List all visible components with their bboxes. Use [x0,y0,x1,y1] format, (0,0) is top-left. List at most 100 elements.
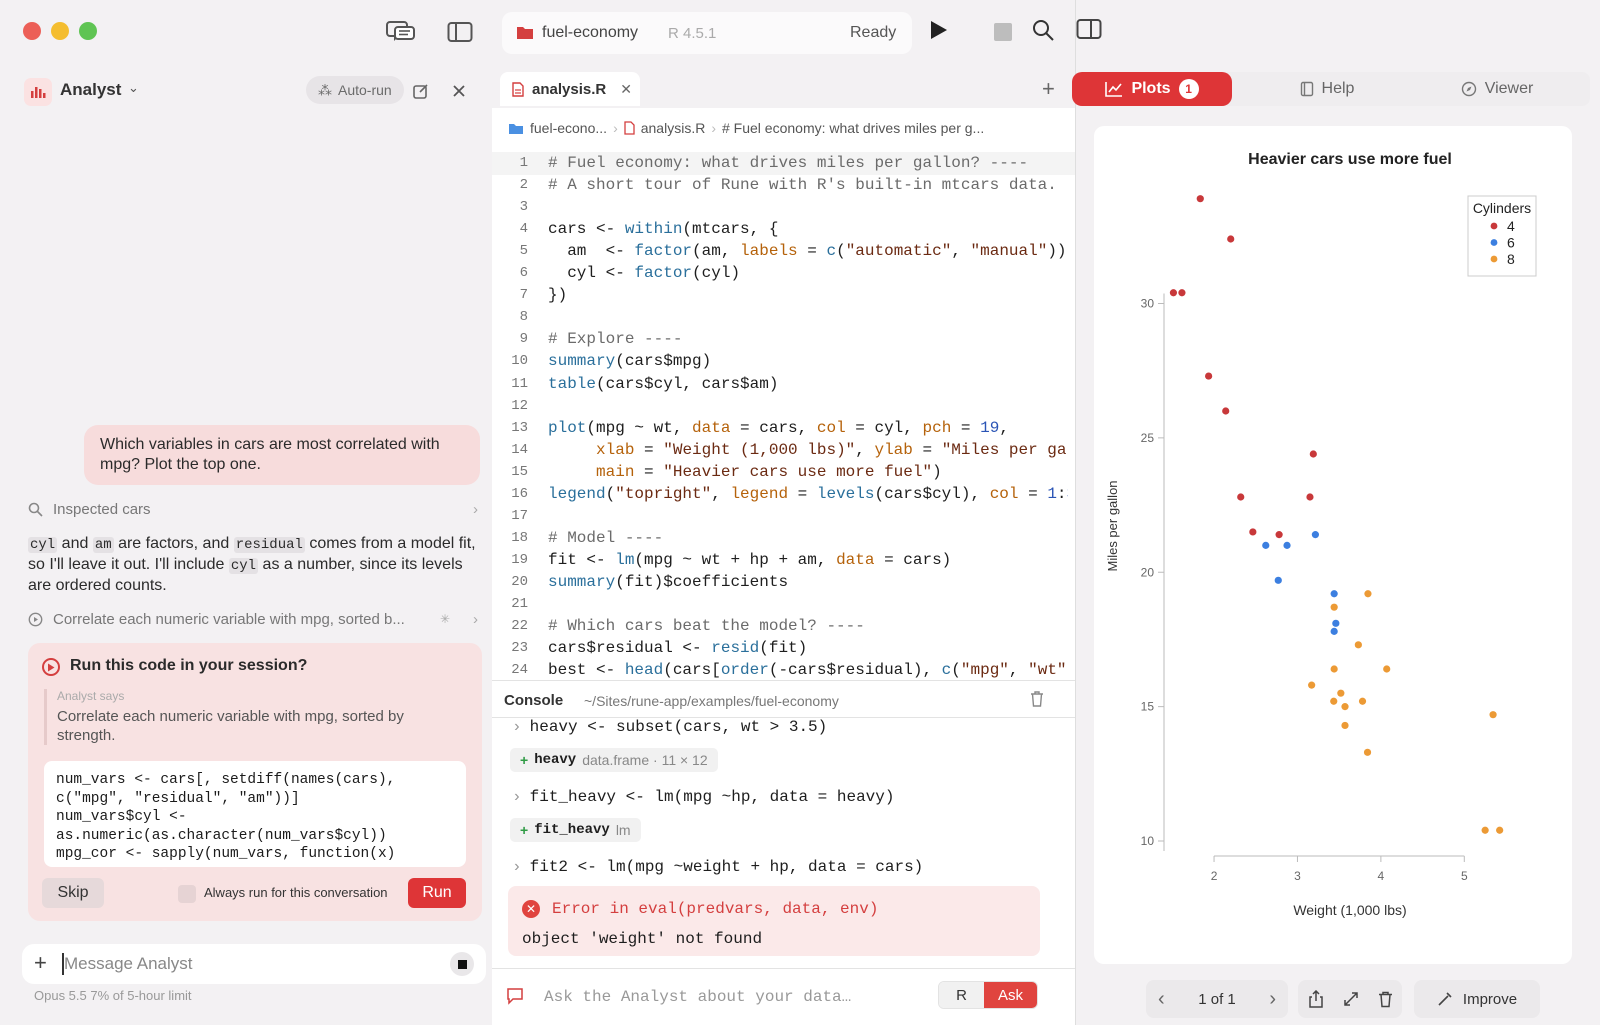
code-line[interactable]: 18 # Model ---- [492,527,1075,550]
chevron-right-icon[interactable]: › [1269,988,1276,1011]
run-code-card: Run this code in your session? Analyst s… [28,643,482,921]
data-point-cyl-8 [1337,689,1345,697]
mode-ask-button[interactable]: Ask [984,982,1037,1008]
skip-button[interactable]: Skip [42,878,104,908]
zoom-window-button[interactable] [79,22,97,40]
code-line[interactable]: 17 [492,505,1075,528]
close-panel-button[interactable] [446,78,472,104]
data-point-cyl-8 [1341,721,1349,730]
data-point-cyl-4 [1205,372,1213,380]
x-tick-label: 2 [1211,869,1218,883]
code-line[interactable]: 2 # A short tour of Rune with R's built-i… [492,174,1075,197]
code-line[interactable]: 10 summary(cars$mpg) [492,350,1075,373]
message-composer[interactable]: + Message Analyst [22,944,486,984]
inspected-label: Inspected cars [53,500,151,518]
running-step[interactable]: Correlate each numeric variable with mpg… [28,608,478,630]
run-button[interactable]: Run [408,878,466,908]
code-line[interactable]: 11 table(cars$cyl, cars$am) [492,373,1075,396]
always-run-checkbox[interactable] [178,885,196,903]
legend-label-8: 8 [1507,251,1515,267]
console-output[interactable]: › heavy <- subset(cars, wt > 3.5) + heavy… [492,718,1075,968]
data-point-cyl-8 [1330,603,1338,611]
chat-icon[interactable] [384,18,418,46]
folder-icon [517,27,533,39]
code-line[interactable]: 15 main = "Heavier cars use more fuel") [492,461,1075,484]
tab-analysis-r[interactable]: analysis.R ✕ [500,72,640,106]
new-tab-button[interactable]: + [1042,76,1055,102]
line-number: 21 [511,596,528,612]
chevron-down-icon[interactable]: ⌄ [128,80,139,96]
folder-icon [509,123,523,134]
data-point-cyl-6 [1330,590,1338,598]
code-line[interactable]: 16 legend("topright", legend = levels(car… [492,483,1075,506]
code-line[interactable]: 1 # Fuel economy: what drives miles per g… [492,152,1075,175]
split-view-icon[interactable] [1076,18,1102,40]
tab-viewer[interactable]: Viewer [1422,72,1572,106]
chevron-left-icon[interactable]: ‹ [1158,988,1165,1011]
line-number: 14 [511,441,528,458]
code-editor[interactable]: fuel-econo... › analysis.R › # Fuel econ… [492,108,1075,700]
share-icon[interactable] [1308,990,1324,1008]
mode-r-button[interactable]: R [939,982,985,1008]
environment-chip[interactable]: + fit_heavy lm [510,818,641,842]
code-line[interactable]: 24 best <- head(cars[order(-cars$residual… [492,659,1075,682]
search-icon[interactable] [1031,18,1055,42]
code-line[interactable]: 6 cyl <- factor(cyl) [492,262,1075,285]
proposed-code[interactable]: num_vars <- cars[, setdiff(names(cars), … [44,761,466,867]
code-line[interactable]: 7}) [492,284,1075,307]
tab-plots[interactable]: Plots 1 [1072,72,1232,106]
breadcrumb-file[interactable]: analysis.R [641,120,706,136]
error-detail: object 'weight' not found [522,930,763,948]
minimize-window-button[interactable] [51,22,69,40]
console-command: › heavy <- subset(cars, wt > 3.5) [512,718,828,736]
error-title: Error in eval(predvars, data, env) [552,900,879,918]
breadcrumb-section[interactable]: # Fuel economy: what drives miles per g.… [722,120,984,136]
code-line[interactable]: 8 [492,306,1075,329]
agent-name[interactable]: Analyst [60,80,121,100]
console-header: Console ~/Sites/rune-app/examples/fuel-e… [492,680,1075,718]
code-line[interactable]: 20 summary(fit)$coefficients [492,571,1075,594]
stop-icon[interactable] [994,23,1012,41]
breadcrumb: fuel-econo... › analysis.R › # Fuel econ… [508,120,984,136]
code-line[interactable]: 21 [492,593,1075,616]
data-point-cyl-8 [1330,665,1338,673]
inspected-step[interactable]: Inspected cars › [28,498,478,520]
console-path: ~/Sites/rune-app/examples/fuel-economy [584,693,839,709]
new-chat-button[interactable] [408,78,434,104]
code-line[interactable]: 22 # Which cars beat the model? ---- [492,615,1075,638]
plots-panel: Plots 1 Help Viewer Heavier cars use mor… [1033,0,1600,1025]
breadcrumb-folder[interactable]: fuel-econo... [530,120,607,136]
trash-icon[interactable] [1378,991,1393,1008]
message-input[interactable]: Message Analyst [64,954,193,974]
sidebar-toggle-icon[interactable] [443,18,477,46]
run-icon[interactable] [930,20,948,40]
code-line[interactable]: 14 xlab = "Weight (1,000 lbs)", ylab = "… [492,439,1075,462]
close-tab-icon[interactable]: ✕ [620,81,632,98]
code-line[interactable]: 23 cars$residual <- resid(fit) [492,637,1075,660]
close-window-button[interactable] [23,22,41,40]
file-icon [624,121,635,135]
code-line[interactable]: 5 am <- factor(am, labels = c("automatic… [492,240,1075,263]
project-name[interactable]: fuel-economy [542,24,638,42]
trash-icon[interactable] [1029,690,1045,708]
environment-chip[interactable]: + heavy data.frame · 11 × 12 [510,748,718,772]
code-line[interactable]: 4 cars <- within(mtcars, { [492,218,1075,241]
data-point-cyl-4 [1275,531,1283,539]
code-line[interactable]: 9 # Explore ---- [492,328,1075,351]
stop-button[interactable] [450,952,474,976]
code-line[interactable]: 3 [492,196,1075,219]
code-text: am <- factor(am, labels = c("automatic",… [548,242,1067,261]
auto-run-toggle[interactable]: ⁂ Auto-run [306,76,404,104]
expand-icon[interactable] [1343,991,1359,1007]
code-line[interactable]: 12 [492,395,1075,418]
improve-button[interactable]: Improve [1414,980,1540,1018]
add-attachment-icon[interactable]: + [34,950,47,976]
y-tick-label: 25 [1141,431,1155,445]
code-line[interactable]: 19 fit <- lm(mpg ~ wt + hp + am, data = c… [492,549,1075,572]
chevron-right-icon: › [473,610,478,628]
session-status: Ready [850,24,897,41]
code-line[interactable]: 13 plot(mpg ~ wt, data = cars, col = cyl,… [492,417,1075,440]
ask-input[interactable]: Ask the Analyst about your data… [544,988,851,1006]
tab-help[interactable]: Help [1272,72,1382,106]
plot-tools [1298,980,1402,1018]
